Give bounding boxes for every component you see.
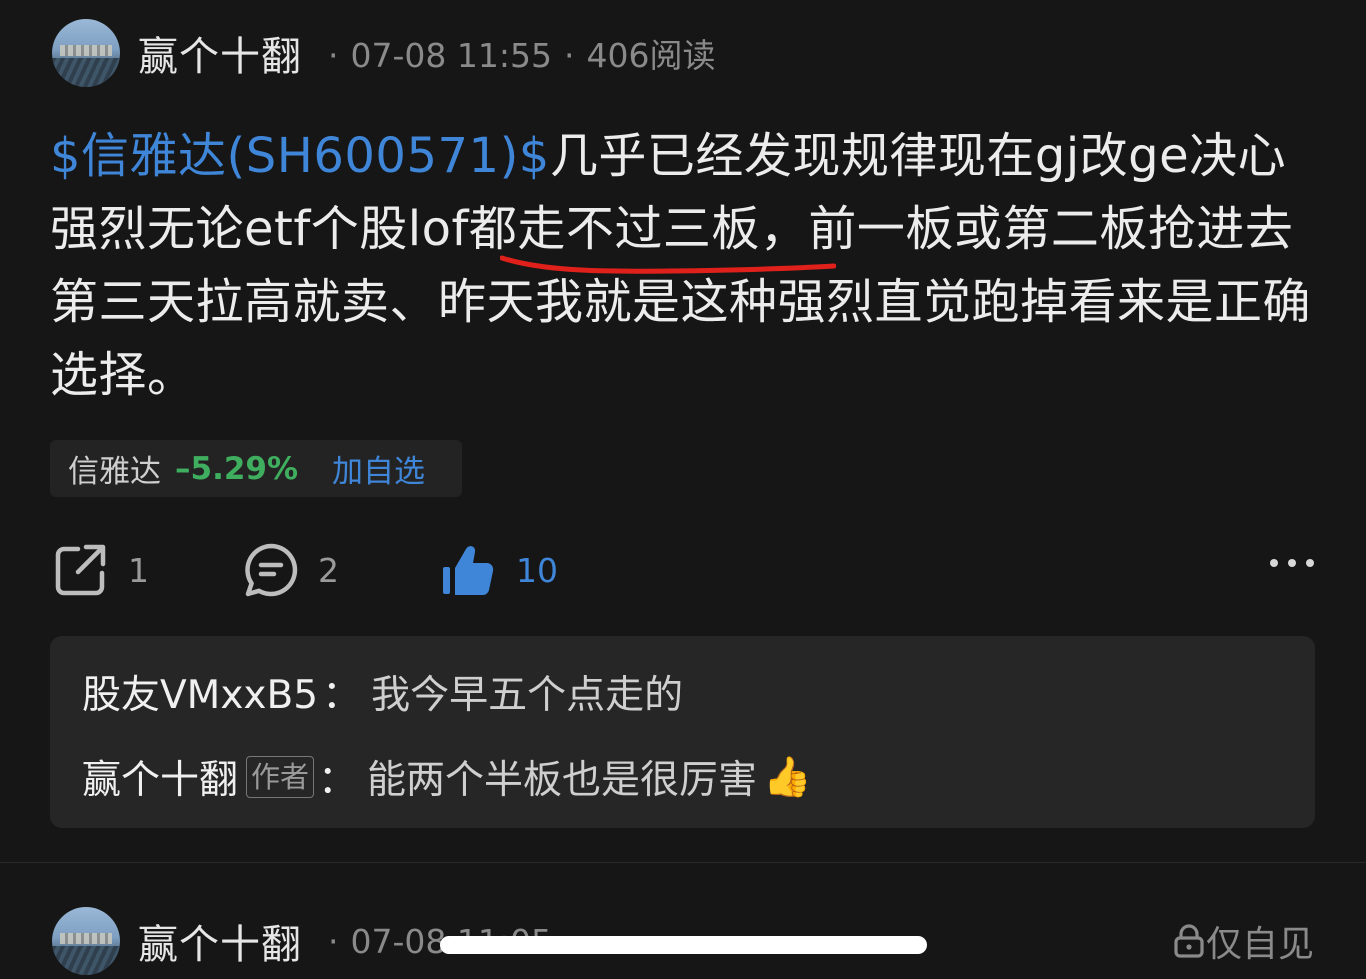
- comment-user[interactable]: 赢个十翻: [82, 749, 238, 805]
- author-name[interactable]: 赢个十翻: [138, 912, 302, 970]
- lock-icon: [1174, 924, 1204, 958]
- thumbs-up-emoji: 👍: [763, 755, 812, 800]
- comment-item[interactable]: 股友VMxxB5 ： 我今早五个点走的: [82, 664, 683, 720]
- more-icon[interactable]: [1270, 559, 1314, 567]
- author-badge: 作者: [246, 756, 315, 798]
- avatar[interactable]: [52, 19, 120, 87]
- privacy-label: 仅自见: [1205, 924, 1314, 965]
- comment-icon: [245, 543, 298, 597]
- post-meta: · 07-08 11:55 · 406阅读: [328, 36, 716, 75]
- comment-text: 我今早五个点走的: [371, 673, 684, 718]
- comment-text: 能两个半板也是很厉害: [367, 758, 758, 803]
- thumbs-up-icon: [443, 546, 494, 595]
- add-watchlist-button[interactable]: 加自选: [332, 446, 425, 491]
- comments-box[interactable]: 股友VMxxB5 ： 我今早五个点走的 赢个十翻 作者 ： 能两个半板也是很厉害…: [50, 636, 1315, 828]
- comment-item[interactable]: 赢个十翻 作者 ： 能两个半板也是很厉害 👍: [82, 749, 812, 805]
- comment-user[interactable]: 股友VMxxB5: [82, 664, 318, 720]
- post-header: 赢个十翻 · 07-08 11:55 · 406阅读: [52, 18, 715, 88]
- divider: [0, 862, 1366, 863]
- share-icon: [55, 544, 106, 596]
- author-name[interactable]: 赢个十翻: [138, 24, 302, 82]
- stock-name: 信雅达: [68, 454, 161, 490]
- comment-separator: ：: [318, 758, 358, 803]
- stock-chip[interactable]: 信雅达 –5.29% 加自选: [50, 440, 462, 497]
- comment-separator: ：: [322, 673, 362, 718]
- post-date: 07-08 11:55: [350, 36, 552, 75]
- privacy-status[interactable]: 仅自见: [1172, 915, 1314, 967]
- stock-link[interactable]: $信雅达(SH600571)$: [50, 128, 550, 184]
- like-count: 10: [516, 550, 558, 590]
- like-button[interactable]: 10: [440, 535, 558, 605]
- stock-change: –5.29%: [175, 450, 299, 487]
- share-count: 1: [128, 550, 149, 590]
- read-count: 406阅读: [586, 36, 716, 75]
- share-button[interactable]: 1: [52, 535, 149, 605]
- action-bar: 1 2 10: [52, 535, 1314, 605]
- red-underline-annotation: [500, 255, 836, 274]
- feed-page: 赢个十翻 · 07-08 11:55 · 406阅读 $信雅达(SH600571)$几…: [0, 0, 1366, 979]
- comment-count: 2: [318, 550, 339, 590]
- home-indicator[interactable]: [440, 936, 927, 954]
- comment-button[interactable]: 2: [242, 535, 339, 605]
- avatar[interactable]: [52, 907, 120, 975]
